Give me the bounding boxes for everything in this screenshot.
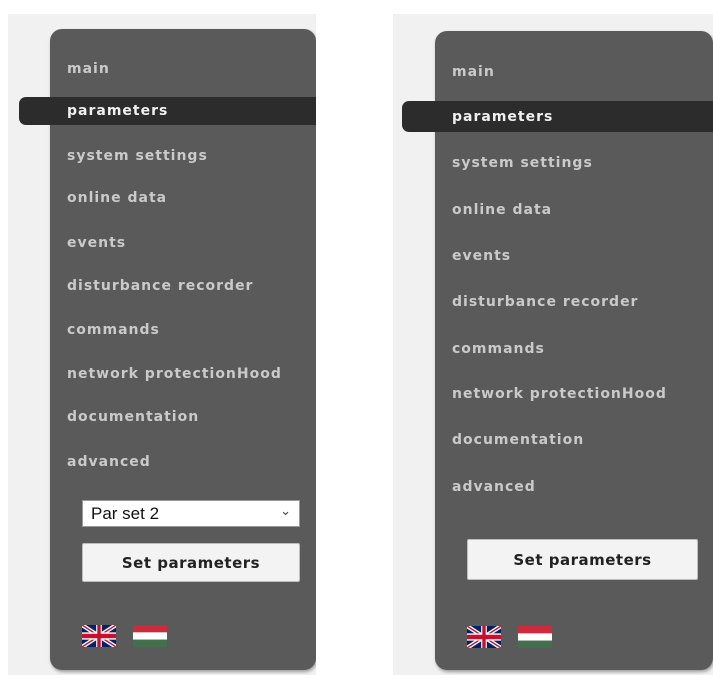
right-nav-item-parameters[interactable]: parameters — [452, 109, 553, 125]
right-nav-item-commands[interactable]: commands — [452, 341, 545, 357]
right-nav-item-system-settings[interactable]: system settings — [452, 155, 593, 171]
right-nav-item-online-data[interactable]: online data — [452, 202, 552, 218]
hungary-flag-icon[interactable] — [518, 626, 552, 648]
right-nav-item-main[interactable]: main — [452, 64, 495, 80]
right-nav-item-disturbance-recorder[interactable]: disturbance recorder — [452, 294, 638, 310]
right-nav-item-network-protectionhood[interactable]: network protectionHood — [452, 386, 667, 402]
uk-flag-icon[interactable] — [467, 626, 501, 648]
set-parameters-button-right[interactable]: Set parameters — [467, 539, 698, 580]
right-nav-item-documentation[interactable]: documentation — [452, 432, 584, 448]
right-nav-item-advanced[interactable]: advanced — [452, 479, 536, 495]
right-active-tab-highlight — [402, 101, 713, 132]
right-nav-item-events[interactable]: events — [452, 248, 511, 264]
right-panel-view: main parameters system settings online d… — [0, 0, 713, 675]
